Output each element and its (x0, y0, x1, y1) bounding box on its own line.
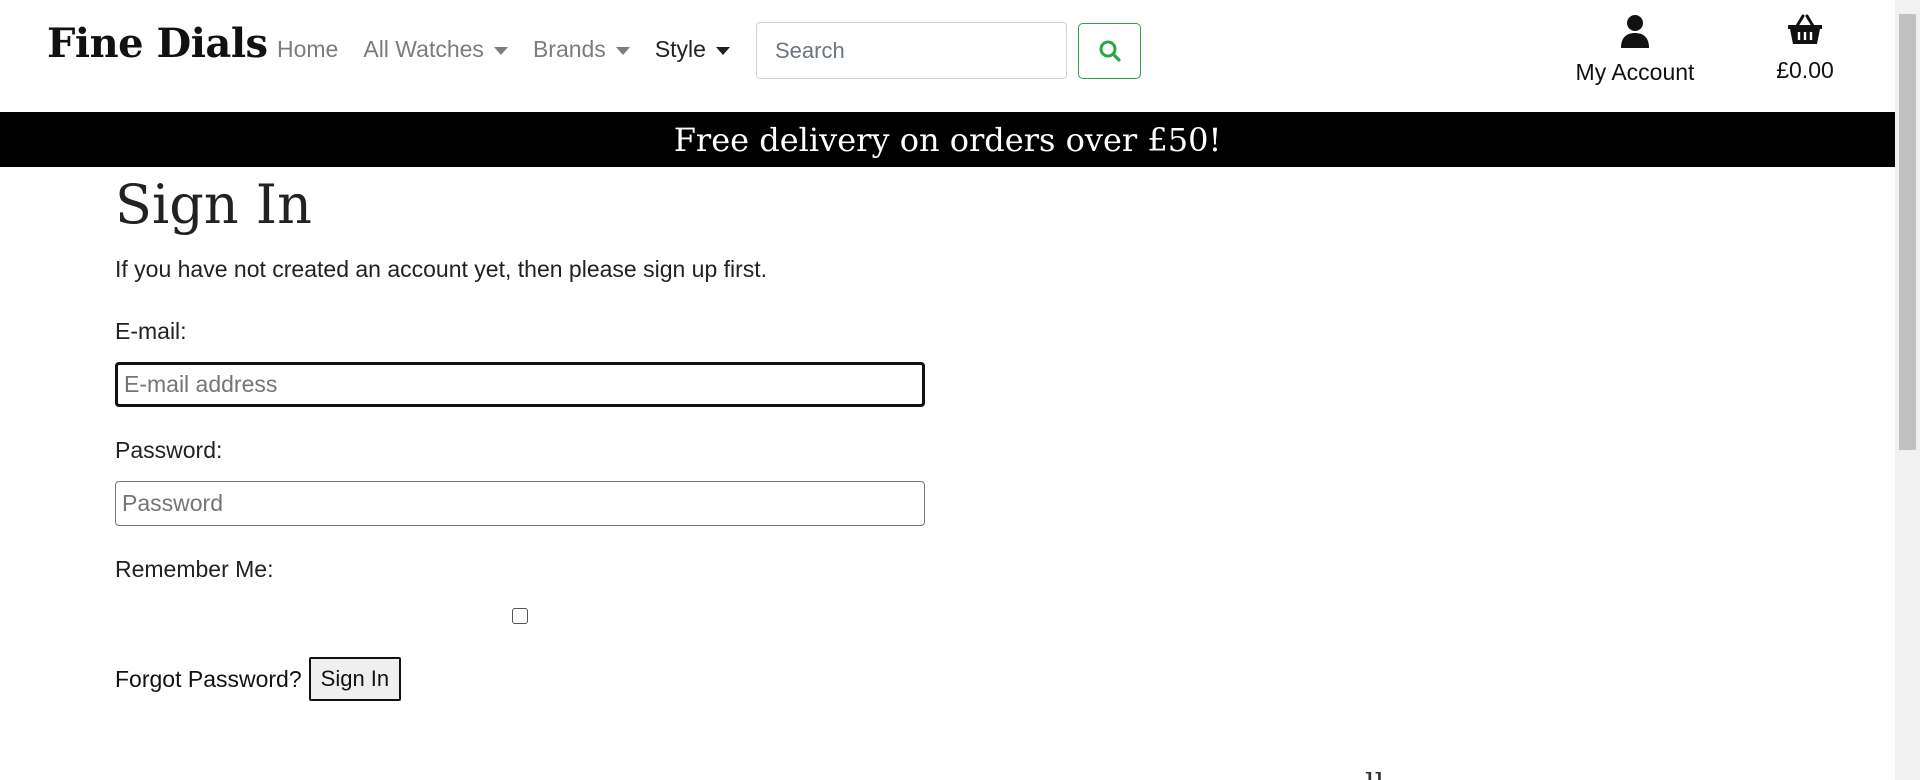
search-button[interactable] (1078, 23, 1141, 79)
remember-me-checkbox[interactable] (512, 608, 528, 624)
my-account-link[interactable]: My Account (1565, 14, 1705, 86)
main-nav: Home All Watches Brands Style (277, 36, 755, 63)
page-title: Sign In (115, 173, 312, 236)
signin-form: Sign In If you have not created an accou… (115, 167, 1015, 701)
signup-prompt: If you have not created an account yet, … (115, 256, 768, 282)
nav-style[interactable]: Style (655, 36, 730, 63)
nav-all-watches[interactable]: All Watches (363, 36, 508, 63)
search-input[interactable] (756, 22, 1067, 79)
nav-home-label: Home (277, 36, 339, 62)
scrollbar-thumb[interactable] (1899, 14, 1916, 450)
nav-style-label: Style (654, 36, 706, 62)
nav-brands-label: Brands (532, 36, 606, 62)
remember-me-wrap (115, 608, 925, 624)
delivery-banner-text: Free delivery on orders over £50! (673, 120, 1222, 159)
basket-total: £0.00 (1776, 57, 1834, 83)
basket-icon (1788, 14, 1822, 44)
nav-brands[interactable]: Brands (533, 36, 630, 63)
site-header: Fine Dials Home All Watches Brands Style (0, 0, 1895, 112)
footer-text-fragment: ll (1365, 768, 1384, 780)
sign-in-button[interactable]: Sign In (308, 657, 402, 701)
my-account-label: My Account (1575, 59, 1695, 85)
user-icon (1621, 15, 1649, 48)
remember-me-label: Remember Me: (115, 556, 274, 582)
email-field[interactable] (115, 362, 925, 407)
password-field[interactable] (115, 481, 925, 526)
site-logo[interactable]: Fine Dials (47, 20, 268, 67)
caret-down-icon (493, 46, 508, 55)
forgot-password-link[interactable]: Forgot Password? (115, 666, 302, 693)
search-icon (1099, 40, 1121, 62)
caret-down-icon (615, 46, 630, 55)
nav-all-watches-label: All Watches (363, 36, 484, 62)
page-scrollbar[interactable] (1895, 0, 1920, 780)
password-label: Password: (115, 437, 223, 463)
basket-link[interactable]: £0.00 (1755, 14, 1855, 84)
nav-home[interactable]: Home (277, 36, 338, 63)
email-label: E-mail: (115, 318, 187, 344)
caret-down-icon (715, 46, 730, 55)
delivery-banner: Free delivery on orders over £50! (0, 112, 1895, 167)
page: Fine Dials Home All Watches Brands Style (0, 0, 1920, 780)
form-actions: Forgot Password? Sign In (115, 657, 1015, 701)
